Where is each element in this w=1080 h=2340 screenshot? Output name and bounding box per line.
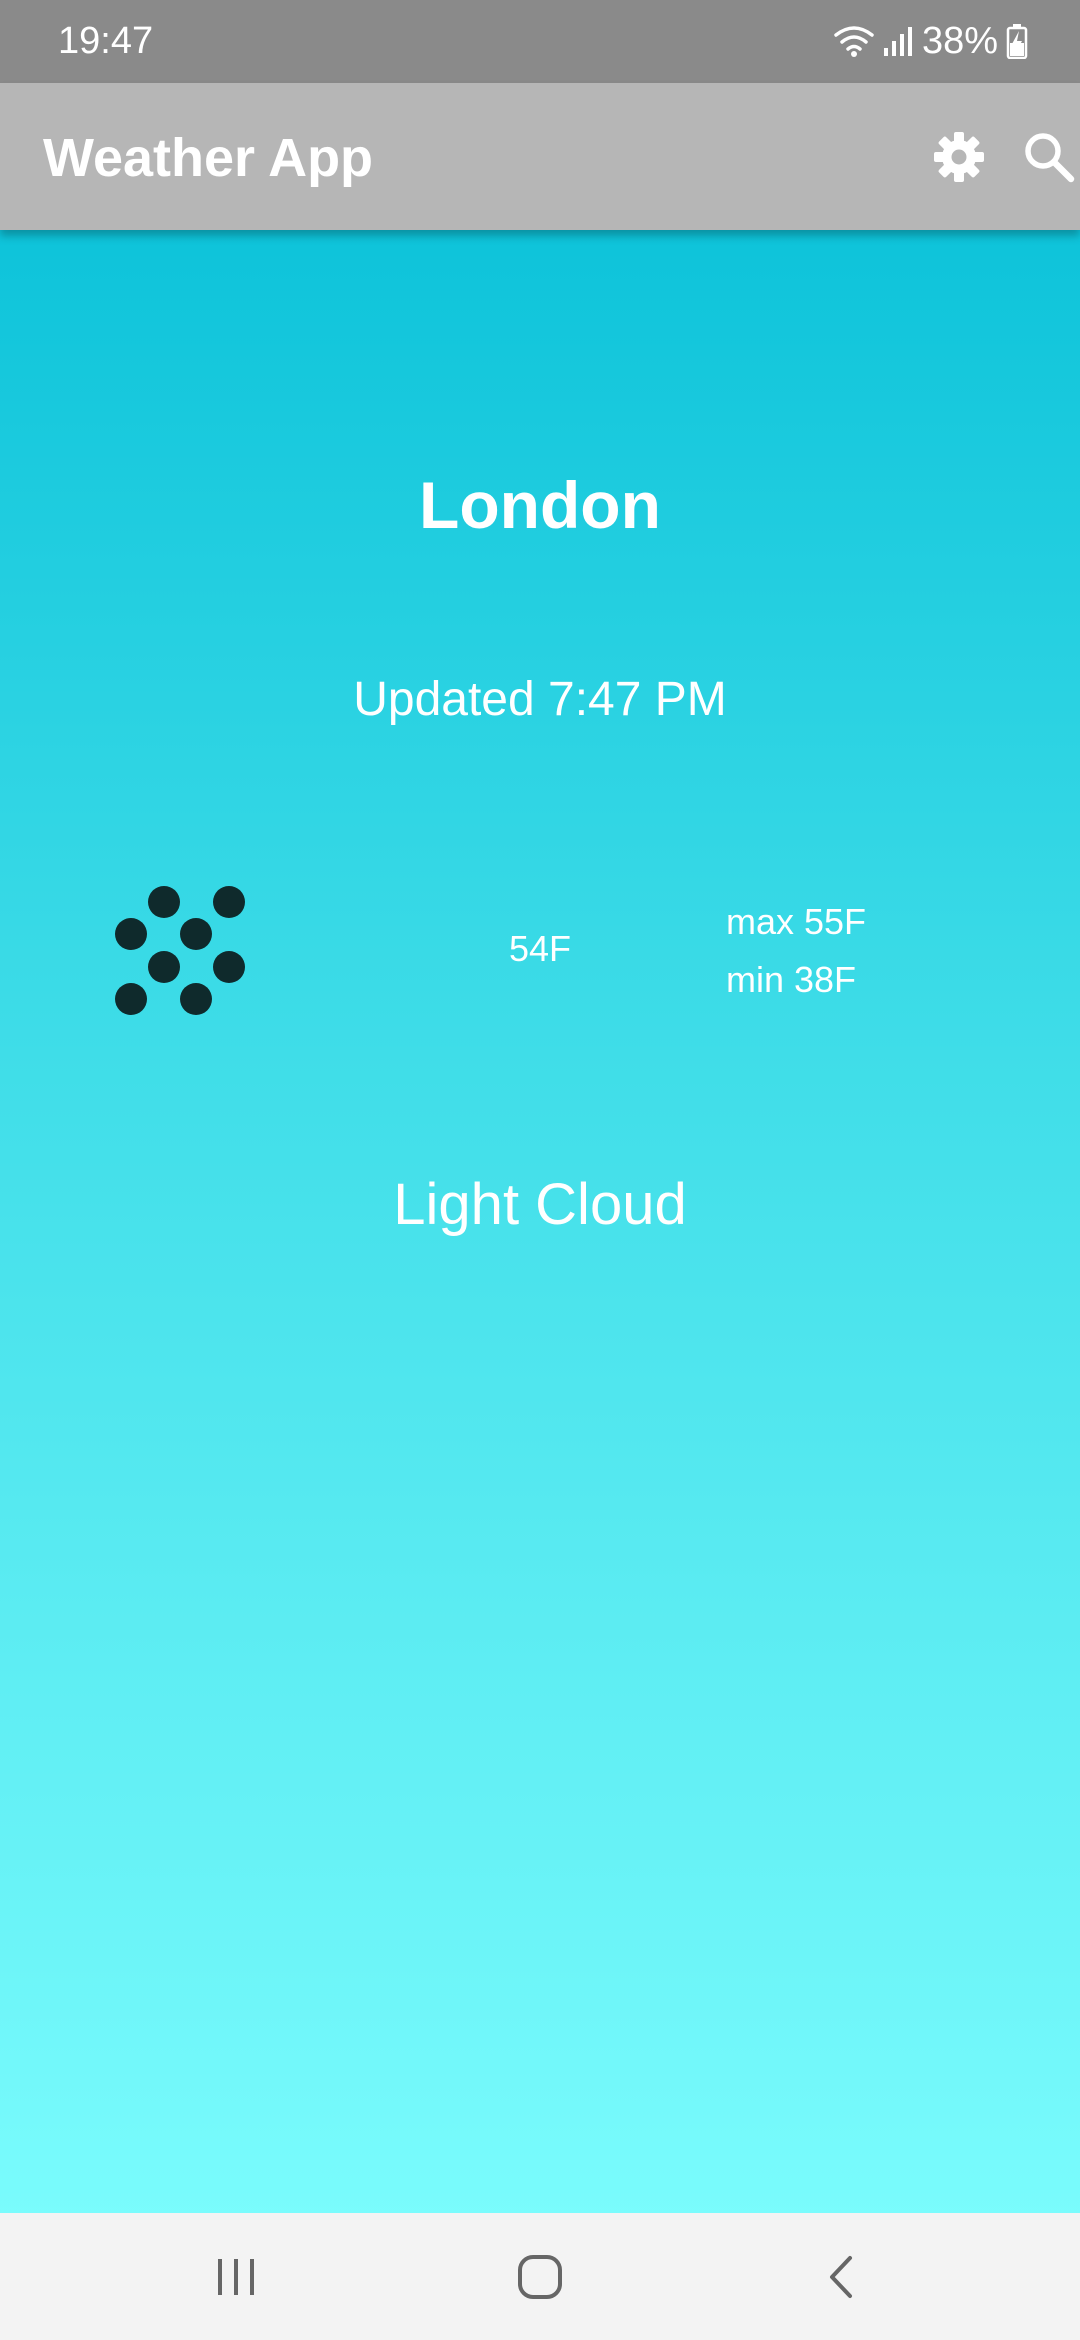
updated-time: Updated 7:47 PM — [353, 673, 727, 726]
city-name: London — [419, 468, 661, 542]
light-cloud-dots-icon — [115, 886, 245, 1015]
recents-button[interactable] — [200, 2241, 272, 2313]
home-icon — [518, 2255, 562, 2299]
status-bar: 19:47 38% — [0, 0, 1080, 83]
battery-percent: 38% — [921, 20, 998, 62]
recents-icon — [218, 2259, 254, 2295]
signal-icon — [883, 27, 912, 56]
weather-screen: 19:47 38% Weather App London Updated 7:4… — [0, 0, 1080, 2340]
weather-condition: Light Cloud — [393, 1172, 687, 1237]
app-bar: Weather App — [0, 83, 1080, 230]
app-title: Weather App — [43, 128, 374, 188]
home-button[interactable] — [504, 2241, 576, 2313]
back-button[interactable] — [806, 2241, 878, 2313]
min-temperature: min 38F — [726, 959, 857, 1000]
status-time: 19:47 — [58, 20, 154, 62]
search-button[interactable] — [1018, 126, 1080, 188]
back-icon — [830, 2256, 852, 2298]
gear-icon — [934, 132, 984, 182]
temperature-range: max 55F min 38F — [726, 893, 866, 1009]
battery-charging-icon — [1006, 24, 1028, 59]
wifi-icon — [834, 26, 874, 57]
settings-button[interactable] — [928, 126, 990, 188]
max-temperature: max 55F — [726, 901, 867, 942]
search-icon — [1025, 133, 1075, 183]
current-temperature: 54F — [508, 928, 572, 969]
status-indicators: 38% — [834, 18, 1028, 64]
navigation-bar — [0, 2213, 1080, 2340]
